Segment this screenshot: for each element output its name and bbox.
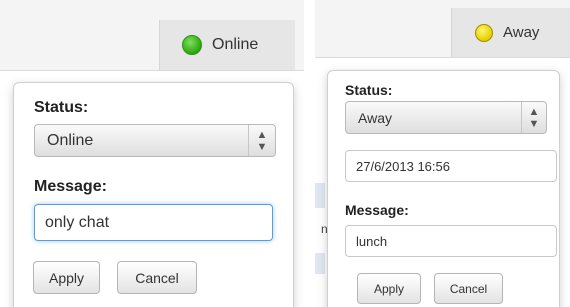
status-panel-online: Online Status: Online ▲▼ Message: Apply … xyxy=(0,0,304,307)
status-label: Status: xyxy=(345,82,393,98)
message-label: Message: xyxy=(34,178,107,195)
background-row xyxy=(315,183,325,208)
top-bar: Away xyxy=(315,0,570,58)
top-bar: Online xyxy=(0,0,304,71)
status-label: Status: xyxy=(34,99,89,116)
status-select[interactable]: Away ▲ ▼ xyxy=(345,101,547,134)
select-arrows-icon: ▲ ▼ xyxy=(248,125,275,156)
status-popover: Status: Away ▲▼ Message: Apply Cancel xyxy=(327,70,560,307)
current-status-label: Away xyxy=(503,24,540,41)
status-select[interactable]: Online ▲ ▼ xyxy=(34,124,276,157)
away-status-dot-icon xyxy=(475,23,493,42)
apply-button[interactable]: Apply xyxy=(357,273,421,304)
online-status-dot-icon xyxy=(182,35,202,55)
status-toggle[interactable]: Online xyxy=(159,20,295,70)
message-input[interactable] xyxy=(34,204,273,241)
message-label: Message: xyxy=(345,202,409,218)
status-panel-away: Away n Status: Away ▲▼ Message: Apply Ca… xyxy=(315,0,570,307)
message-input[interactable] xyxy=(345,225,557,257)
cancel-button[interactable]: Cancel xyxy=(117,261,197,294)
select-arrows-icon: ▲ ▼ xyxy=(521,102,546,133)
background-row xyxy=(315,253,325,274)
screenshot-divider xyxy=(304,0,315,307)
status-select-value: Online xyxy=(47,131,94,149)
apply-button[interactable]: Apply xyxy=(33,261,100,294)
away-until-datetime-input[interactable] xyxy=(345,150,557,182)
current-status-label: Online xyxy=(212,36,259,53)
status-select-value: Away xyxy=(358,109,392,126)
status-toggle[interactable]: Away xyxy=(451,8,570,57)
status-popover: Status: Online ▲▼ Message: Apply Cancel xyxy=(13,82,294,307)
cancel-button[interactable]: Cancel xyxy=(434,273,503,304)
